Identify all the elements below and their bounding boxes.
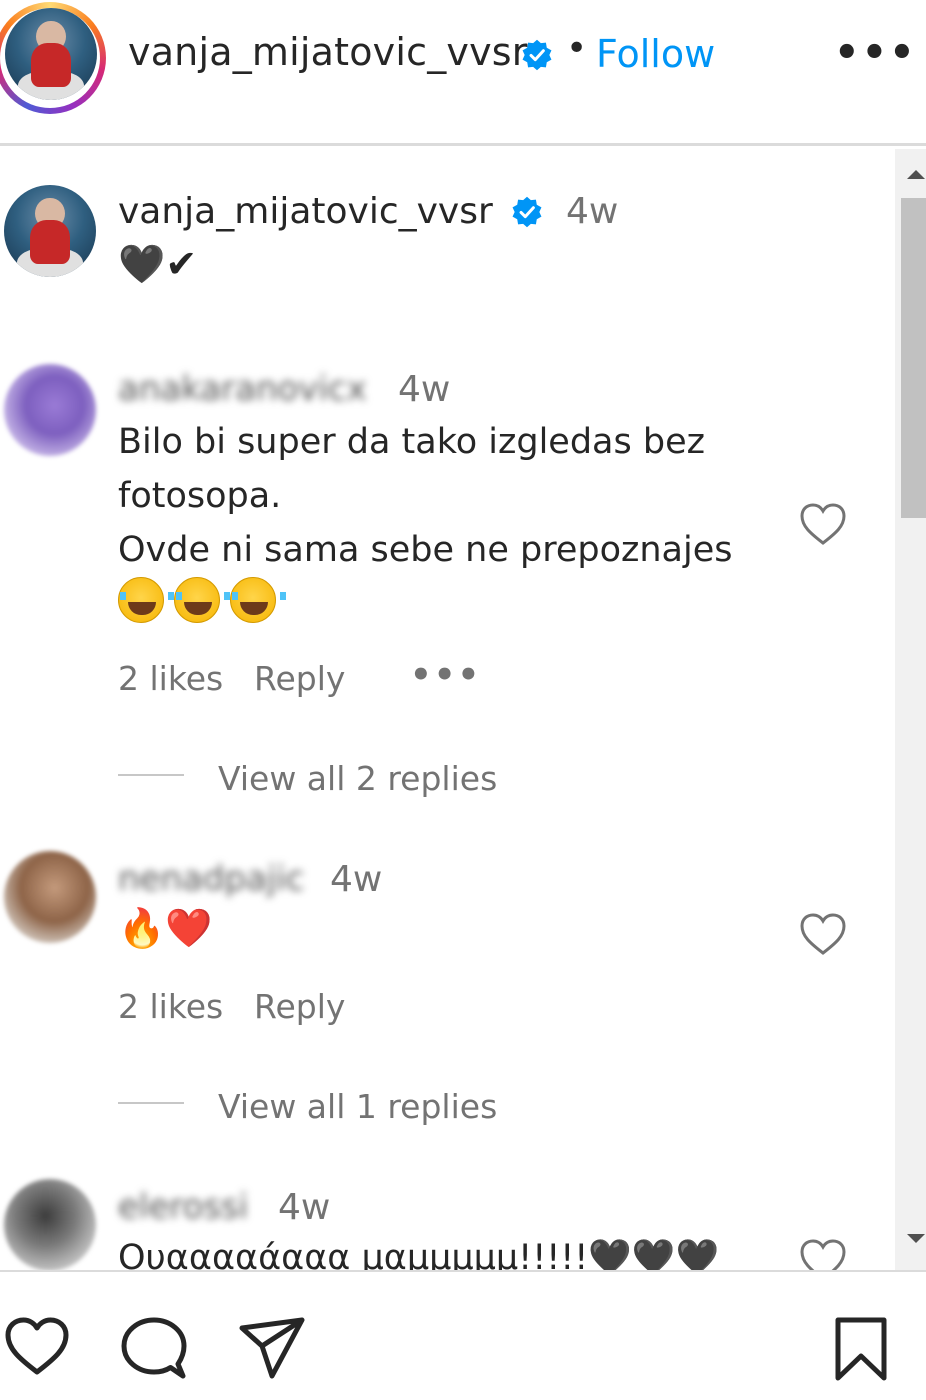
comment-likes[interactable]: 2 likes [118, 659, 223, 698]
replies-divider [118, 774, 184, 776]
share-icon[interactable] [238, 1316, 306, 1380]
verified-badge-icon [522, 39, 552, 71]
view-replies-button[interactable]: View all 2 replies [218, 759, 497, 798]
comment-text: Bilo bi super da tako izgledas bez fotos… [118, 422, 733, 570]
caption-avatar[interactable] [4, 185, 96, 277]
verified-badge-icon [512, 196, 542, 228]
post-action-bar [0, 1270, 926, 1400]
reply-button[interactable]: Reply [254, 987, 345, 1026]
comment-icon[interactable] [120, 1316, 188, 1380]
comment-time[interactable]: 4w [330, 859, 382, 900]
comment-avatar[interactable] [4, 1179, 96, 1270]
scroll-down-arrow-icon[interactable] [907, 1234, 925, 1243]
laughing-emoji-icon [230, 577, 286, 623]
replies-divider [118, 1102, 184, 1104]
heart-icon[interactable] [4, 1316, 70, 1376]
comment-avatar[interactable] [4, 851, 96, 943]
laughing-emoji-icon [118, 577, 174, 623]
comment-time[interactable]: 4w [398, 369, 450, 410]
comment-username[interactable]: elerossi [118, 1187, 248, 1227]
like-comment-heart-icon[interactable] [798, 501, 848, 547]
scroll-up-arrow-icon[interactable] [907, 170, 925, 179]
post-header: vanja_mijatovic_vvsr • Follow ••• [0, 0, 926, 146]
comment-username[interactable]: nenadpajic [118, 859, 304, 899]
laughing-emoji-icon [174, 577, 230, 623]
comment-emoji [118, 577, 286, 627]
reply-button[interactable]: Reply [254, 659, 345, 698]
comment-username[interactable]: anakaranovicx [118, 369, 367, 409]
comment-text: Ουααααάααα μαμμμμμ!!!!!🖤🖤🖤 [118, 1238, 720, 1270]
follow-button[interactable]: Follow [596, 32, 715, 76]
scrollbar-thumb[interactable] [901, 198, 926, 518]
caption-username[interactable]: vanja_mijatovic_vvsr [118, 191, 493, 232]
view-replies-button[interactable]: View all 1 replies [218, 1087, 497, 1126]
caption-time[interactable]: 4w [566, 191, 618, 232]
comment-text: 🔥❤️ [118, 906, 213, 950]
comments-list[interactable]: vanja_mijatovic_vvsr 4w 🖤✔ anakaranovicx… [0, 149, 895, 1270]
comment-avatar[interactable] [4, 364, 96, 456]
like-comment-heart-icon[interactable] [798, 1237, 848, 1270]
comment-likes[interactable]: 2 likes [118, 987, 223, 1026]
comment-more-button[interactable]: ••• [410, 655, 481, 695]
comment-time[interactable]: 4w [278, 1187, 330, 1228]
more-options-button[interactable]: ••• [834, 30, 917, 76]
bookmark-icon[interactable] [832, 1316, 890, 1382]
header-separator: • [566, 28, 588, 69]
avatar[interactable] [5, 8, 97, 100]
like-comment-heart-icon[interactable] [798, 911, 848, 957]
header-username[interactable]: vanja_mijatovic_vvsr [128, 30, 528, 74]
caption-text: 🖤✔ [118, 242, 198, 286]
